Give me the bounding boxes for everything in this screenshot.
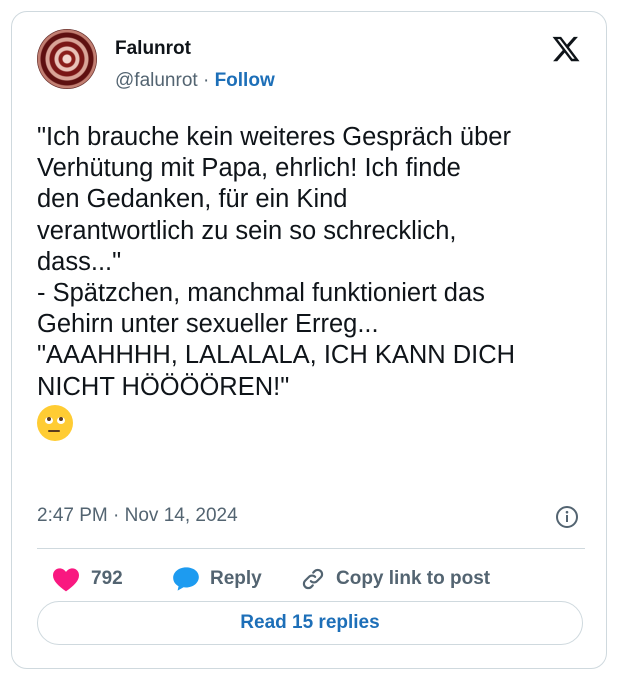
heart-icon [53,568,79,592]
timestamp[interactable]: 2:47 PM · Nov 14, 2024 [37,505,238,527]
divider [37,548,585,549]
copy-link-label: Copy link to post [336,568,491,589]
reply-label: Reply [210,568,262,589]
face-with-rolling-eyes-emoji [37,404,73,441]
copy-link-button[interactable]: Copy link to post [300,566,490,592]
info-icon[interactable] [555,505,579,529]
author-name[interactable]: Falunrot [115,38,191,60]
tweet-line: verantwortlich zu sein so schrecklich, [37,216,457,245]
read-replies-button[interactable]: Read 15 replies [37,601,583,645]
author-handle-row: @falunrot · Follow [115,70,275,92]
emoji-line [37,403,597,441]
follow-link[interactable]: Follow [215,70,275,91]
tweet-line: - Spätzchen, manchmal funktioniert das [37,279,485,308]
like-count: 792 [91,568,123,589]
tweet-text: "Ich brauche kein weiteres Gespräch über… [37,122,597,441]
x-logo-icon[interactable] [550,34,582,64]
separator: · [202,70,210,91]
reply-button[interactable]: Reply [172,566,262,592]
tweet-line: dass..." [37,247,122,276]
avatar[interactable] [37,29,97,89]
link-icon [302,568,324,590]
tweet-line: den Gedanken, für ein Kind [37,185,348,214]
tweet-line: Gehirn unter sexueller Erreg... [37,310,379,339]
reply-bubble-icon [173,567,199,591]
tweet-card: Falunrot @falunrot · Follow "Ich brauche… [11,11,607,669]
tweet-line: "AAAHHHH, LALALALA, ICH KANN DICH [37,341,516,370]
tweet-line: Verhütung mit Papa, ehrlich! Ich finde [37,154,461,183]
like-button[interactable]: 792 [51,566,123,592]
tweet-line: NICHT HÖÖÖÖREN!" [37,372,290,401]
author-handle[interactable]: @falunrot [115,70,198,91]
tweet-line: "Ich brauche kein weiteres Gespräch über [37,123,511,151]
